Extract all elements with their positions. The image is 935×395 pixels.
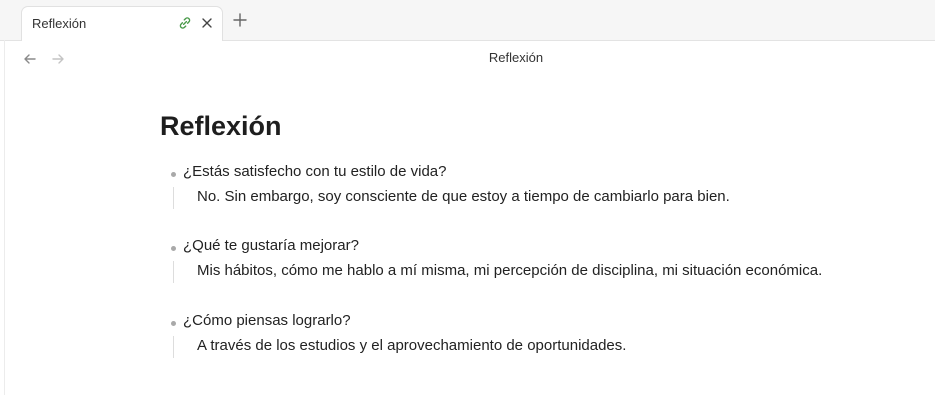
question-text[interactable]: ¿Cómo piensas lograrlo?: [183, 312, 351, 329]
tab-title: Reflexión: [32, 16, 87, 31]
bullet[interactable]: [171, 321, 176, 326]
indent-guide: [173, 336, 174, 358]
tab-reflexion[interactable]: Reflexión: [21, 6, 223, 41]
indent-guide: [173, 261, 174, 283]
indent-guide: [173, 187, 174, 209]
app-window: Reflexión Reflexión Reflexión ¿Estás sat…: [0, 0, 935, 395]
bullet[interactable]: [171, 172, 176, 177]
answer-text[interactable]: Mis hábitos, cómo me hablo a mí misma, m…: [197, 262, 822, 279]
answer-text[interactable]: A través de los estudios y el aprovecham…: [197, 337, 626, 354]
question-text[interactable]: ¿Qué te gustaría mejorar?: [183, 237, 359, 254]
view-header-title: Reflexión: [488, 50, 544, 65]
answer-text[interactable]: No. Sin embargo, soy consciente de que e…: [197, 188, 730, 205]
link-icon[interactable]: [177, 15, 193, 31]
question-text[interactable]: ¿Estás satisfecho con tu estilo de vida?: [183, 163, 446, 180]
plus-icon[interactable]: [232, 12, 248, 28]
bullet[interactable]: [171, 246, 176, 251]
page-title[interactable]: Reflexión: [160, 111, 282, 142]
pane-border: [4, 40, 5, 395]
close-icon[interactable]: [199, 15, 215, 31]
tab-strip: Reflexión: [0, 0, 935, 41]
